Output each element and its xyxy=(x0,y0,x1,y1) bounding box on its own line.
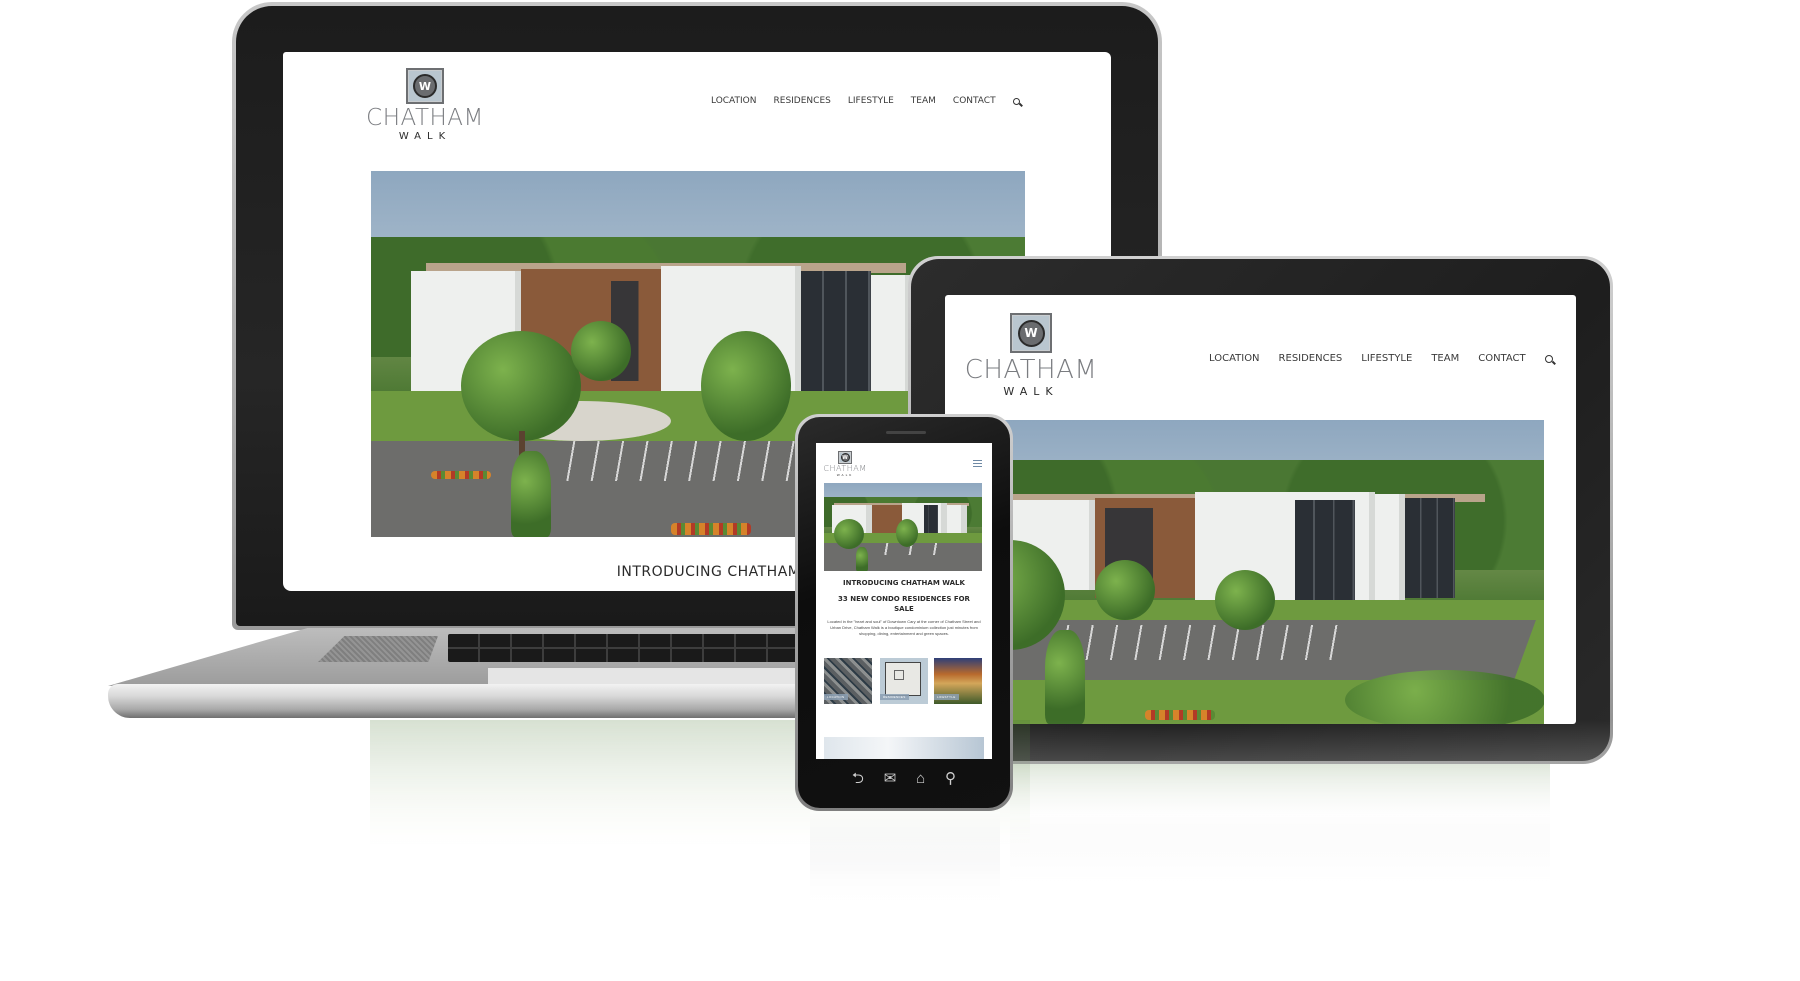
tablet-reflection xyxy=(1010,764,1550,934)
search-icon[interactable] xyxy=(1012,97,1020,105)
search-icon[interactable] xyxy=(1544,354,1553,363)
nav-team[interactable]: TEAM xyxy=(911,96,936,106)
search-icon[interactable]: ⚲ xyxy=(945,771,956,786)
footer-banner xyxy=(824,737,984,759)
site-logo[interactable]: W CHATHAM WALK xyxy=(965,313,1097,397)
nav-contact[interactable]: CONTACT xyxy=(1478,353,1525,364)
main-nav: LOCATION RESIDENCES LIFESTYLE TEAM CONTA… xyxy=(1209,353,1553,364)
main-nav: LOCATION RESIDENCES LIFESTYLE TEAM CONTA… xyxy=(711,96,1020,106)
logo-name: CHATHAM xyxy=(823,464,867,473)
intro-heading: INTRODUCING CHATHAM WALK xyxy=(843,579,965,587)
thumbnail-label: RESIDENCES xyxy=(880,694,909,700)
logo-mark: W xyxy=(1010,313,1052,353)
thumbnail-location[interactable]: LOCATION xyxy=(824,658,872,704)
nav-lifestyle[interactable]: LIFESTYLE xyxy=(848,96,894,106)
thumbnail-label: LIFESTYLE xyxy=(934,694,959,700)
back-icon[interactable]: ⮌ xyxy=(852,771,864,786)
sub-heading: 33 NEW CONDO RESIDENCES FOR SALE xyxy=(838,595,970,613)
nav-team[interactable]: TEAM xyxy=(1431,353,1459,364)
phone-system-nav: ⮌ ✉ ⌂ ⚲ xyxy=(798,771,1010,786)
nav-location[interactable]: LOCATION xyxy=(711,96,757,106)
thumbnail-label: LOCATION xyxy=(824,694,848,700)
home-icon[interactable]: ⌂ xyxy=(916,771,925,786)
logo-mark: W xyxy=(838,451,852,464)
nav-residences[interactable]: RESIDENCES xyxy=(774,96,831,106)
site-logo[interactable]: W CHATHAM WALK xyxy=(823,451,867,477)
phone-screen: W CHATHAM WALK INTRODUCING CHATHAM WALK … xyxy=(816,443,992,759)
tablet-device: W CHATHAM WALK LOCATION RESIDENCES LIFES… xyxy=(908,256,1613,764)
phone-device: W CHATHAM WALK INTRODUCING CHATHAM WALK … xyxy=(795,414,1013,811)
logo-mark: W xyxy=(406,68,444,104)
logo-subtitle: WALK xyxy=(836,473,854,477)
thumbnail-lifestyle[interactable]: LIFESTYLE xyxy=(934,658,982,704)
logo-monogram: W xyxy=(413,74,437,98)
tablet-bezel: W CHATHAM WALK LOCATION RESIDENCES LIFES… xyxy=(911,259,1610,761)
logo-name: CHATHAM xyxy=(964,355,1098,385)
logo-name: CHATHAM xyxy=(366,105,484,131)
nav-location[interactable]: LOCATION xyxy=(1209,353,1260,364)
tablet-screen: W CHATHAM WALK LOCATION RESIDENCES LIFES… xyxy=(945,295,1576,724)
hero-image xyxy=(824,483,982,571)
logo-subtitle: WALK xyxy=(398,131,452,142)
nav-residences[interactable]: RESIDENCES xyxy=(1279,353,1343,364)
logo-monogram: W xyxy=(1017,319,1045,347)
nav-contact[interactable]: CONTACT xyxy=(953,96,996,106)
phone-reflection xyxy=(810,812,1000,952)
phone-bezel: W CHATHAM WALK INTRODUCING CHATHAM WALK … xyxy=(798,417,1010,808)
body-text: Located in the "heart and soul" of Downt… xyxy=(827,619,981,636)
hero-image xyxy=(945,420,1544,724)
thumbnail-residences[interactable]: RESIDENCES xyxy=(880,658,928,704)
hamburger-menu-icon[interactable] xyxy=(973,460,982,467)
logo-monogram: W xyxy=(840,453,850,462)
mail-icon[interactable]: ✉ xyxy=(884,771,897,786)
nav-lifestyle[interactable]: LIFESTYLE xyxy=(1361,353,1412,364)
logo-subtitle: WALK xyxy=(1003,385,1059,398)
site-logo[interactable]: W CHATHAM WALK xyxy=(366,68,483,142)
phone-speaker xyxy=(886,431,926,434)
